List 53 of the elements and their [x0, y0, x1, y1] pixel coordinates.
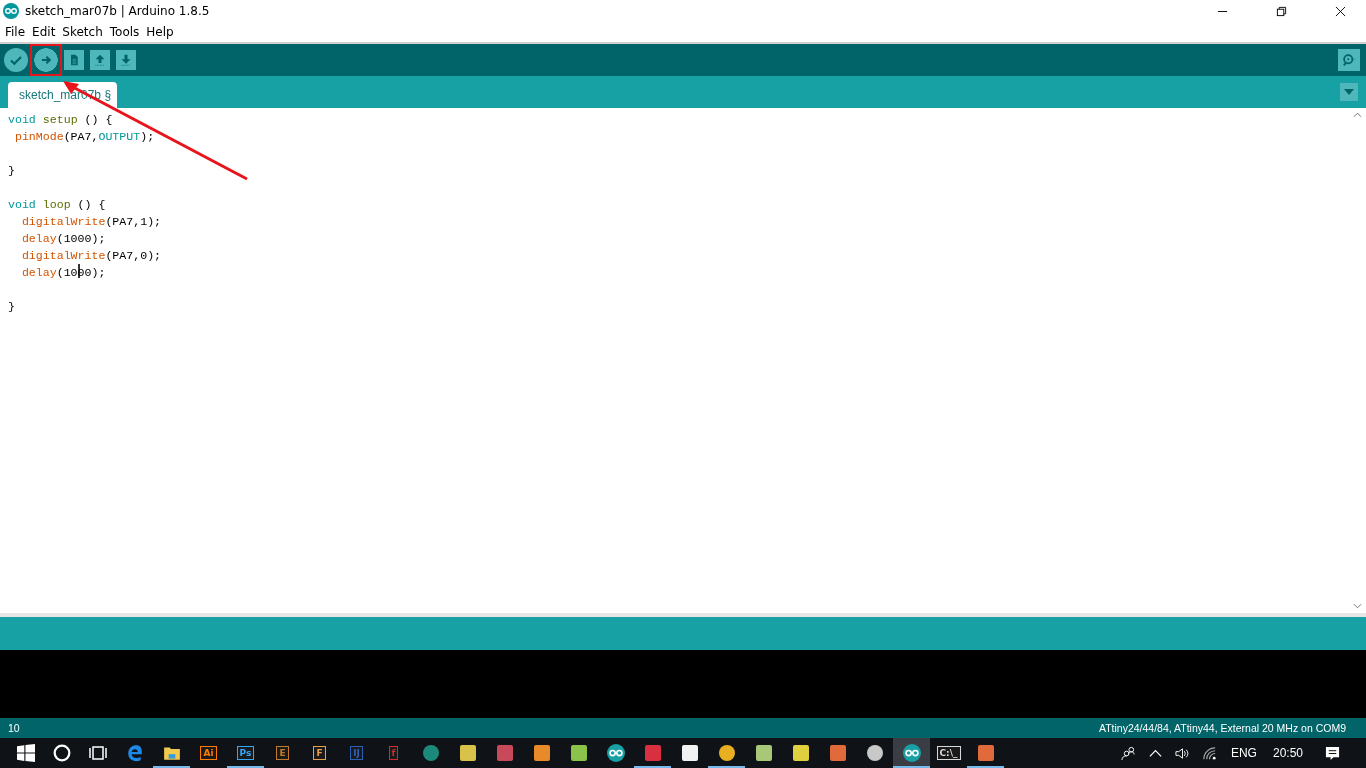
app-logo: E — [276, 746, 289, 760]
serial-monitor-button[interactable] — [1338, 49, 1360, 71]
code-line: delay(1000); — [20, 232, 106, 245]
app-logo: Ai — [200, 746, 217, 760]
wifi-icon[interactable] — [1201, 745, 1217, 761]
app-logo: F — [313, 746, 326, 760]
notification-icon[interactable] — [1325, 745, 1340, 761]
tab-menu-button[interactable] — [1340, 83, 1358, 101]
people-icon[interactable] — [1120, 745, 1136, 761]
code-line: } — [8, 164, 15, 177]
scroll-up-icon[interactable] — [1353, 112, 1362, 118]
taskbar-app[interactable]: E — [264, 738, 301, 768]
menu-item[interactable]: Help — [143, 25, 177, 39]
taskbar-app[interactable]: C:\_ — [930, 738, 967, 768]
app-logo: IJ — [350, 746, 363, 760]
speaker-icon[interactable] — [1174, 745, 1190, 761]
close-icon[interactable] — [1335, 5, 1346, 17]
folder-icon — [162, 744, 181, 762]
search-circle-icon[interactable] — [53, 744, 71, 762]
restore-icon[interactable] — [1276, 5, 1287, 17]
code-line: digitalWrite(PA7,0); — [20, 249, 162, 262]
code-line: pinMode(PA7,OUTPUT); — [13, 130, 155, 143]
menu-item[interactable]: Sketch — [59, 25, 106, 39]
app-logo: f — [388, 746, 399, 760]
task-view-icon[interactable] — [89, 744, 107, 762]
app-logo: C:\_ — [936, 746, 961, 760]
window-title: sketch_mar07b | Arduino 1.8.5 — [25, 4, 210, 18]
line-number: 10 — [8, 722, 20, 734]
menu-item[interactable]: Edit — [29, 25, 59, 39]
code-line: void setup () { — [8, 113, 113, 126]
scroll-down-icon[interactable] — [1353, 603, 1362, 609]
e-logo-icon — [125, 744, 144, 762]
board-info: ATtiny24/44/84, ATtiny44, External 20 MHz on COM9 — [1098, 722, 1346, 734]
clock[interactable]: 20:50 — [1272, 746, 1303, 760]
taskbar-app[interactable]: Ps — [227, 738, 264, 768]
app-logo: Ps — [236, 746, 255, 760]
save-button[interactable] — [116, 50, 136, 70]
menu-item[interactable]: Tools — [106, 25, 143, 39]
caret-down-icon — [1344, 89, 1354, 95]
taskbar-app[interactable] — [893, 738, 930, 768]
language-indicator[interactable]: ENG — [1230, 746, 1257, 760]
new-button[interactable] — [64, 50, 84, 70]
taskbar-app[interactable]: Ai — [190, 738, 227, 768]
upload-button[interactable] — [30, 44, 62, 76]
windows-start-icon[interactable] — [17, 744, 35, 762]
verify-button[interactable] — [4, 48, 28, 72]
open-button[interactable] — [90, 50, 110, 70]
code-line: digitalWrite(PA7,1); — [20, 215, 162, 228]
code-line: } — [8, 300, 15, 313]
taskbar-app[interactable]: F — [301, 738, 338, 768]
code-line: void loop () { — [8, 198, 106, 211]
infinity-logo-icon — [3, 3, 19, 19]
menu-item[interactable]: File — [2, 25, 29, 39]
